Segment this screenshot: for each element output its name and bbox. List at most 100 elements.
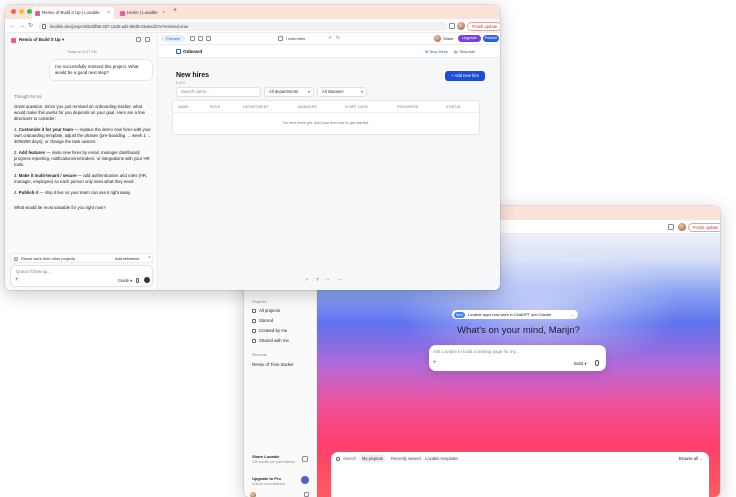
device-icon[interactable] (278, 35, 283, 41)
tab-recently-viewed[interactable]: Recently viewed (391, 456, 421, 461)
share-button[interactable]: Share (443, 36, 453, 41)
mode-dropdown[interactable]: Guide ▾ (118, 278, 132, 283)
refresh-icon[interactable]: ↻ (336, 35, 340, 41)
column-header-department[interactable]: DEPARTMENT (243, 105, 269, 109)
recent-project-item[interactable]: Remix of Time tracker (252, 362, 294, 367)
minimize-window-icon[interactable] (19, 9, 24, 14)
star-icon (252, 318, 256, 323)
page-path[interactable]: / new-hires (286, 36, 305, 41)
close-window-icon[interactable] (11, 9, 16, 14)
nav-new-hires[interactable]: ⊞ New Hires (425, 49, 448, 54)
chat-input[interactable]: Queue follow-up... (16, 269, 51, 274)
column-header-role[interactable]: ROLE (210, 105, 220, 109)
sidebar-item-all-projects[interactable]: All projects (252, 308, 280, 313)
preview-toolbar: Preview / new-hires ↗ ↻ Share Upgrade Pu… (158, 33, 500, 44)
new-tab-button[interactable]: + (173, 7, 177, 14)
back-icon[interactable]: ← (10, 22, 16, 30)
extensions-icon[interactable] (668, 224, 674, 230)
add-new-hire-button[interactable]: + Add new hire (445, 71, 485, 81)
edit-toolbar: ✧ T ‹› ⋯ (305, 277, 355, 285)
assistant-list-item: 4. Publish it — ship it live so your tea… (14, 190, 131, 195)
browser-tab-remix[interactable]: Remix of Build it Up | Lovable × (32, 7, 114, 19)
lightning-icon[interactable] (301, 476, 309, 484)
projects-panel: Search My projects Recently viewed Lovab… (331, 452, 709, 497)
tab-my-projects[interactable]: My projects (359, 454, 386, 463)
collaborator-avatar (434, 35, 441, 42)
cloud-icon[interactable] (190, 35, 195, 41)
code-tool-icon[interactable]: ‹› (326, 277, 329, 282)
prompt-box[interactable]: Ask Lovable to build a landing page for … (429, 345, 606, 371)
tab-lovable-templates[interactable]: Lovable templates (425, 456, 458, 461)
finish-update-button[interactable]: Finish update (467, 21, 500, 31)
hero-heading: What's on your mind, Marijn? (457, 325, 580, 336)
column-header-manager[interactable]: MANAGER (298, 105, 317, 109)
message-timestamp: Today at 11:47 PM (67, 50, 97, 54)
reload-icon[interactable]: ↻ (28, 22, 33, 30)
inbox-icon[interactable] (304, 492, 309, 497)
url-field[interactable]: lovable.dev/projects/5d3f85-3d7-13d0-ad3… (38, 21, 448, 31)
column-header-status[interactable]: STATUS (446, 105, 461, 109)
search-icon[interactable] (336, 457, 340, 461)
attach-plus-icon[interactable]: + (15, 277, 19, 283)
external-link-icon[interactable]: ↗ (328, 35, 332, 41)
lovable-favicon (35, 10, 40, 16)
sidebar-item-shared-with-me[interactable]: Shared with me (252, 338, 289, 343)
more-icon[interactable]: ⋯ (338, 277, 343, 283)
address-bar: ← → ↻ lovable.dev/projects/5d3f85-3d7-13… (5, 19, 500, 33)
user-avatar[interactable] (678, 223, 686, 231)
chevron-down-icon: ▾ (307, 89, 310, 94)
gift-icon (302, 456, 308, 462)
department-filter[interactable]: All departments ▾ (264, 87, 314, 97)
finish-update-button[interactable]: Finish update (688, 222, 720, 232)
sidebar-item-created-by-me[interactable]: Created by me (252, 328, 287, 333)
app-brand[interactable]: Onboard (183, 49, 202, 54)
send-icon[interactable] (144, 277, 150, 283)
dismiss-icon[interactable]: × (148, 255, 151, 261)
sidebar-avatar[interactable] (250, 492, 256, 497)
forward-icon[interactable]: → (19, 22, 25, 30)
projects-search[interactable]: Search (343, 456, 356, 461)
microphone-icon[interactable] (595, 360, 599, 366)
announcement-pill[interactable]: New Lovable apps now work in ChatGPT and… (452, 310, 578, 319)
close-tab-icon[interactable]: × (107, 7, 110, 19)
text-tool-icon[interactable]: T (316, 277, 319, 282)
browser-tab-home[interactable]: Home | Lovable × (117, 7, 169, 19)
project-name[interactable]: Remix of Build it Up ▾ (19, 37, 64, 43)
search-name-input[interactable]: Search name... (176, 87, 261, 97)
nav-template[interactable]: ▤ Template (454, 49, 475, 54)
upgrade-pro-title[interactable]: Upgrade to Pro (252, 476, 281, 481)
thought-label[interactable]: Thought for 6s (14, 94, 152, 100)
plus-icon[interactable]: + (433, 360, 437, 366)
history-icon[interactable] (136, 37, 141, 42)
publish-button[interactable]: Publish (483, 35, 499, 42)
code-icon[interactable] (198, 35, 203, 41)
status-filter[interactable]: All statuses ▾ (317, 87, 367, 97)
window-controls[interactable] (11, 9, 32, 14)
column-header-progress[interactable]: PROGRESS (397, 105, 418, 109)
browse-all-link[interactable]: Browse all → (679, 456, 703, 461)
build-mode-dropdown[interactable]: Build ▾ (574, 361, 587, 366)
upgrade-button[interactable]: Upgrade (458, 35, 481, 42)
add-reference-button[interactable]: Add reference (115, 256, 139, 261)
chevron-down-icon: ▾ (360, 89, 363, 94)
column-header-start-date[interactable]: START DATE (345, 105, 368, 109)
prompt-input[interactable]: Ask Lovable to build a landing page for … (433, 349, 519, 354)
info-icon (14, 256, 18, 261)
sidebar-toggle-icon[interactable] (145, 37, 150, 42)
assistant-list-item: 1. Customize it for your team — replace … (14, 127, 152, 144)
close-tab-icon[interactable]: × (162, 7, 165, 19)
new-badge: New (454, 311, 466, 318)
share-lovable-subtitle: 100 credits per paid referral (252, 460, 295, 464)
share-lovable-title[interactable]: Share Lovable (252, 454, 279, 459)
settings-icon[interactable] (206, 35, 211, 41)
magic-edit-icon[interactable]: ✧ (305, 277, 309, 283)
sidebar-item-starred[interactable]: Starred (252, 318, 273, 323)
extensions-icon[interactable] (449, 23, 455, 29)
preview-toggle[interactable]: Preview (161, 35, 185, 42)
chat-input-box[interactable]: Queue follow-up... + Guide ▾ (10, 265, 153, 287)
column-header-name[interactable]: NAME (178, 105, 189, 109)
microphone-icon[interactable] (136, 278, 139, 283)
user-avatar[interactable] (457, 22, 465, 30)
lovable-favicon (120, 10, 125, 16)
grid-icon (252, 308, 256, 313)
